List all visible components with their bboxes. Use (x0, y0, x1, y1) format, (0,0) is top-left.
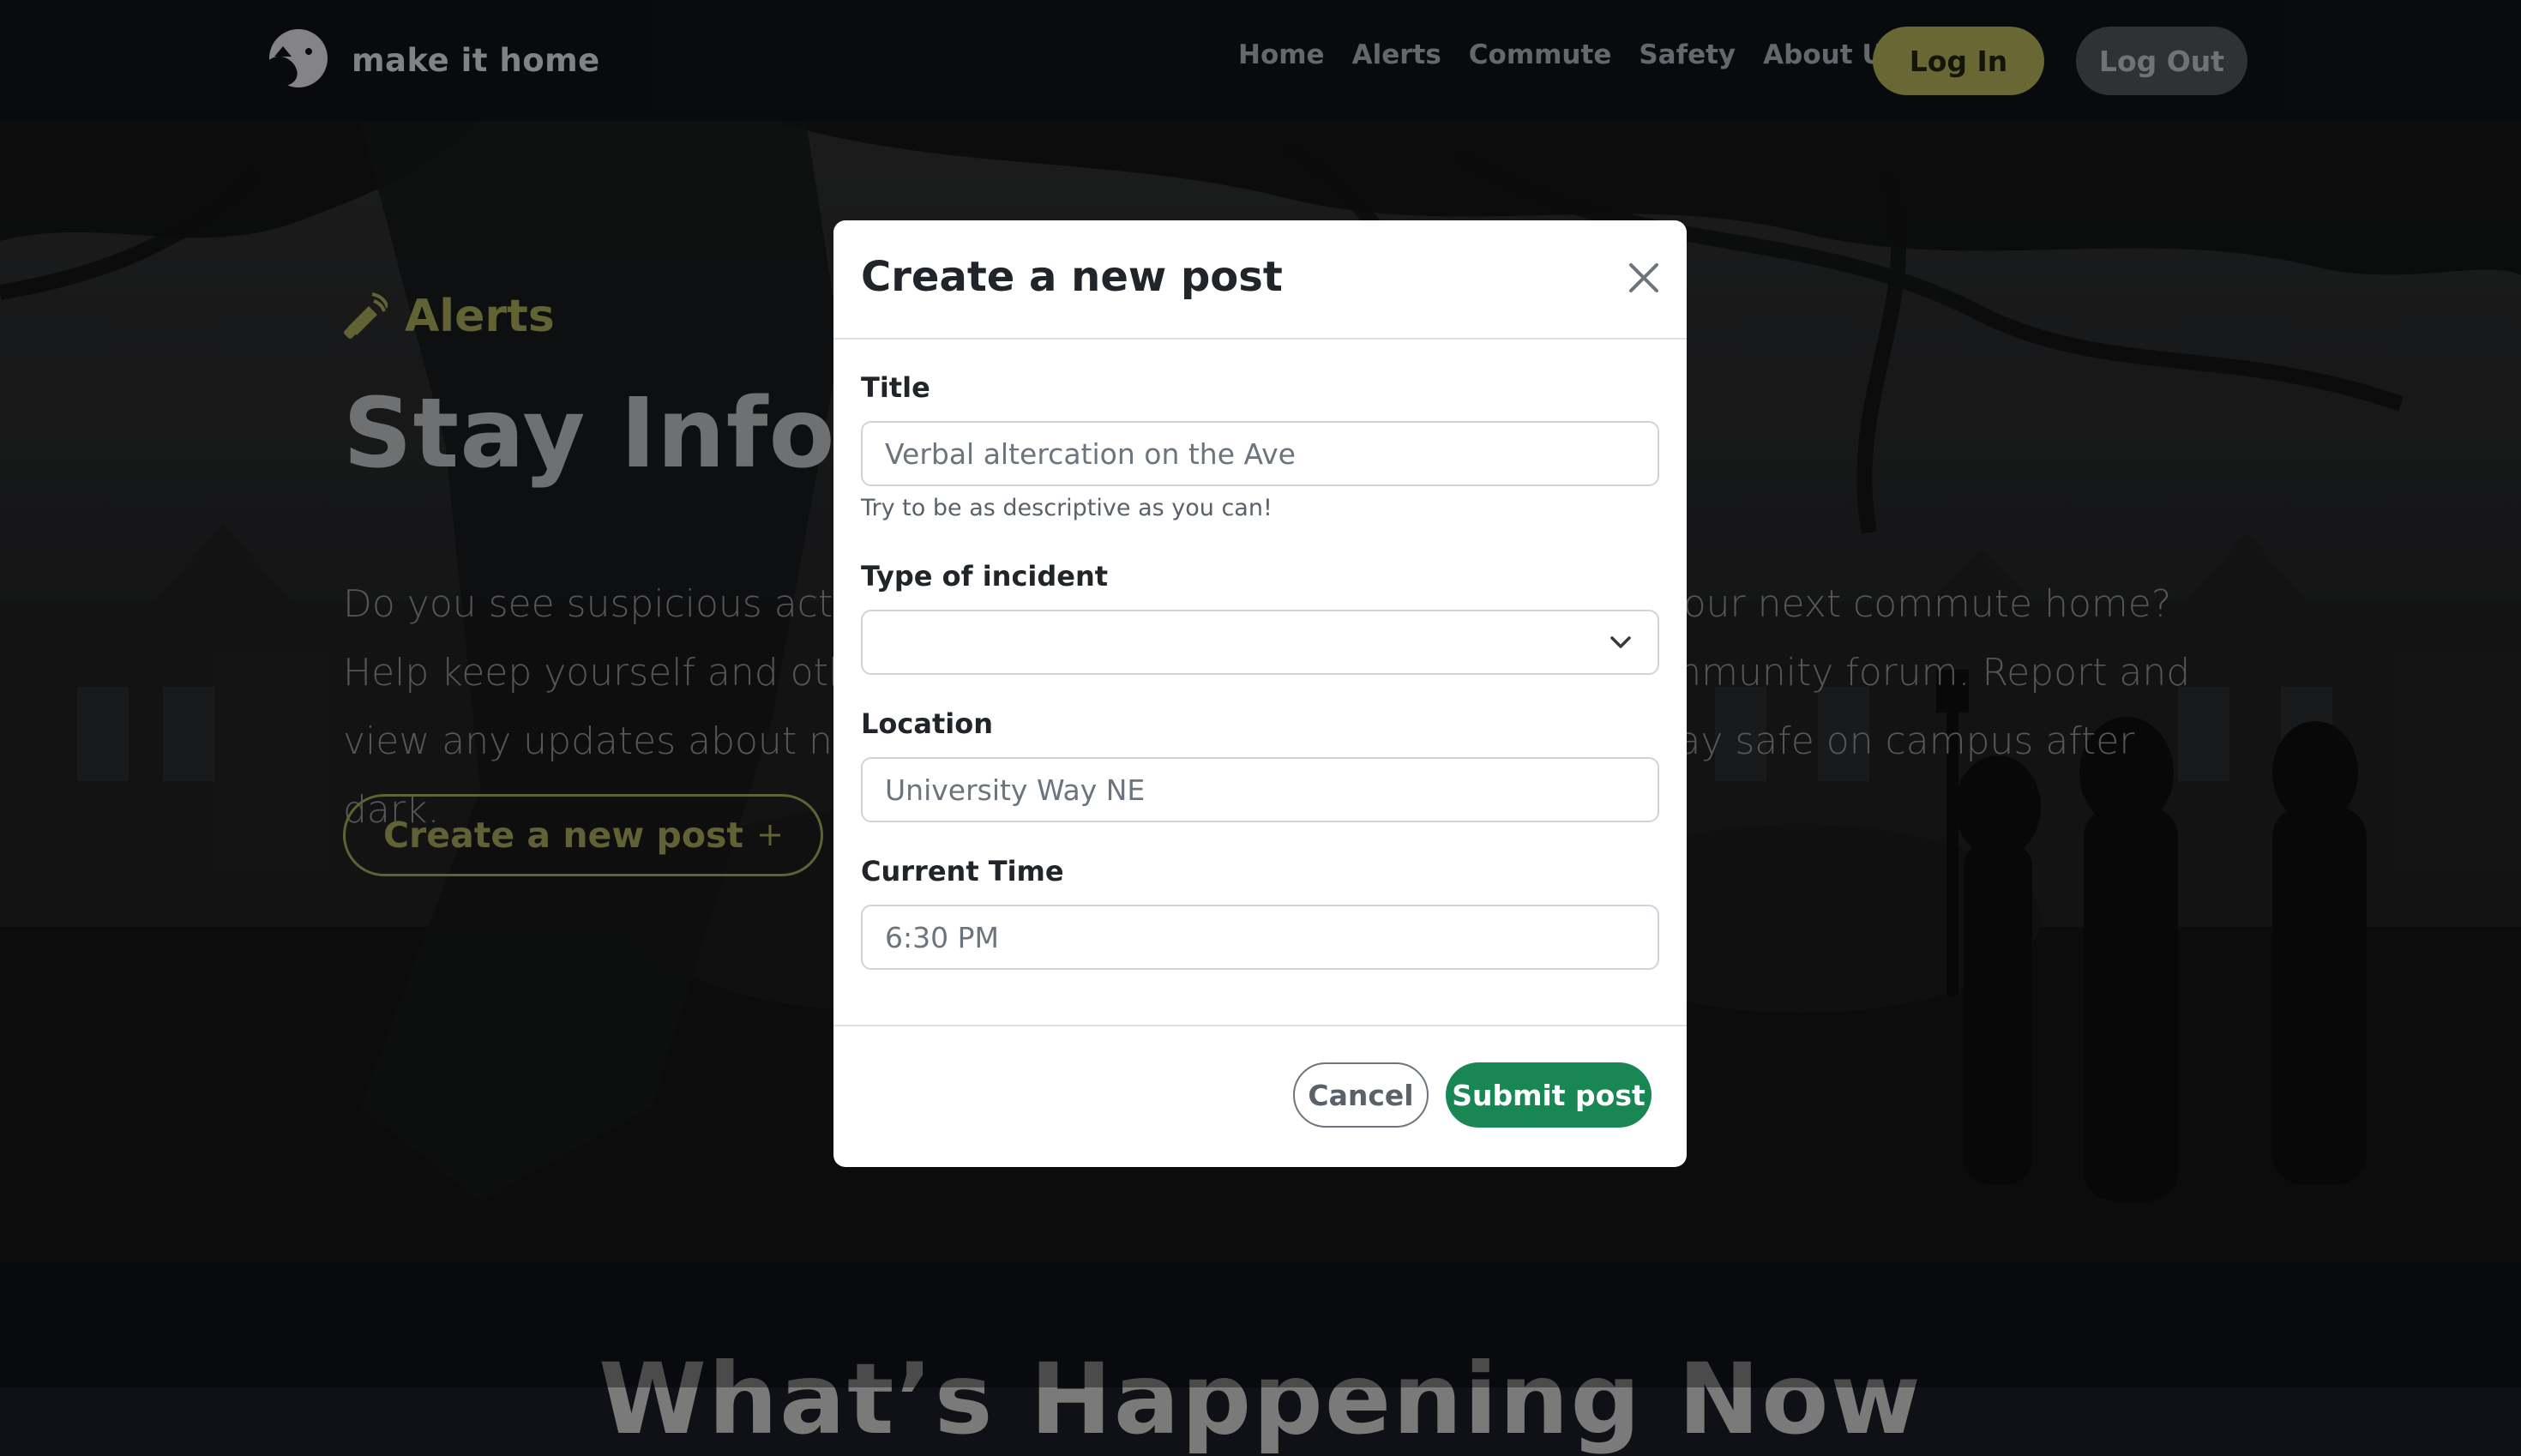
close-icon[interactable] (1626, 260, 1662, 296)
location-input[interactable] (861, 757, 1659, 822)
chevron-down-icon (1610, 636, 1631, 648)
incident-type-label: Type of incident (861, 560, 1109, 593)
current-time-input[interactable] (861, 905, 1659, 970)
create-post-modal: Create a new post Title Try to be as des… (833, 220, 1687, 1167)
title-help-text: Try to be as descriptive as you can! (861, 495, 1273, 521)
current-time-label: Current Time (861, 855, 1064, 887)
modal-footer: Cancel Submit post (833, 1025, 1687, 1167)
modal-title: Create a new post (861, 253, 1283, 301)
cancel-button[interactable]: Cancel (1293, 1062, 1429, 1128)
title-input[interactable] (861, 421, 1659, 486)
location-label: Location (861, 707, 993, 740)
title-label: Title (861, 371, 930, 404)
submit-post-button[interactable]: Submit post (1446, 1062, 1652, 1128)
modal-header: Create a new post (833, 220, 1687, 340)
incident-type-select[interactable] (861, 610, 1659, 675)
